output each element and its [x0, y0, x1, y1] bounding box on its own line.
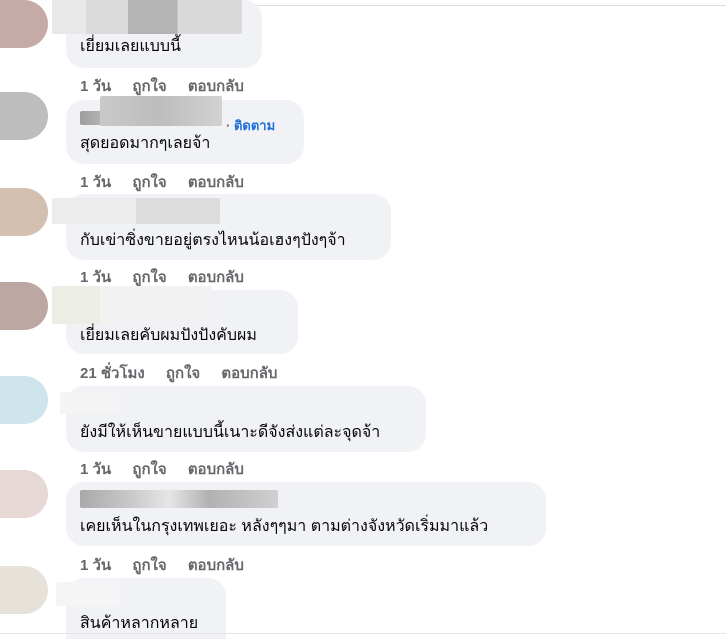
author-name-blurred[interactable]: [56, 582, 120, 606]
author-name-blurred[interactable]: [60, 392, 120, 414]
like-button[interactable]: ถูกใจ: [132, 174, 166, 191]
comment-bubble: เคยเห็นในกรุงเทพเยอะ หลังๆๆมา ตามต่างจัง…: [66, 482, 546, 546]
comment-bubble: เยี่ยมเลยแบบนี้: [52, 0, 262, 68]
divider-bottom: [0, 633, 726, 634]
comment-bubble: · ติดตาม สุดยอดมากๆเลยจ้า: [66, 96, 304, 164]
avatar[interactable]: [0, 566, 48, 614]
author-name-blurred[interactable]: [52, 198, 220, 224]
avatar[interactable]: [0, 470, 48, 518]
comment-bubble: กับเข่าซิ่งขายอยู่ตรงไหนน้อเฮงๆปังๆจ้า: [52, 194, 391, 260]
comment-time[interactable]: 1 วัน: [80, 174, 111, 191]
avatar[interactable]: [0, 376, 48, 424]
comment-actions: 21 ชั่วโมง ถูกใจ ตอบกลับ: [80, 361, 294, 385]
author-name-blurred[interactable]: [52, 286, 212, 324]
comment-text: กับเข่าซิ่งขายอยู่ตรงไหนน้อเฮงๆปังๆจ้า: [80, 232, 346, 249]
comment-text: เคยเห็นในกรุงเทพเยอะ หลังๆๆมา ตามต่างจัง…: [80, 518, 489, 535]
author-name-blurred[interactable]: [52, 0, 242, 34]
reply-button[interactable]: ตอบกลับ: [221, 365, 277, 382]
comment-time[interactable]: 1 วัน: [80, 461, 111, 478]
follow-link[interactable]: · ติดตาม: [226, 115, 275, 136]
comment-text: เยี่ยมเลยแบบนี้: [80, 38, 181, 55]
avatar[interactable]: [0, 0, 48, 48]
author-name-blurred: [100, 96, 222, 126]
comment-actions: 1 วัน ถูกใจ ตอบกลับ: [80, 170, 261, 194]
comment-time[interactable]: 1 วัน: [80, 557, 111, 574]
comment-time[interactable]: 1 วัน: [80, 78, 111, 95]
comment-bubble: สินค้าหลากหลาย: [56, 578, 226, 639]
comment-bubble: เยี่ยมเลยคับผมปังปังคับผม: [52, 286, 298, 354]
comment-time[interactable]: 21 ชั่วโมง: [80, 365, 145, 382]
comment-actions: 1 วัน ถูกใจ ตอบกลับ: [80, 553, 261, 577]
reply-button[interactable]: ตอบกลับ: [188, 78, 244, 95]
like-button[interactable]: ถูกใจ: [132, 78, 166, 95]
comment-time[interactable]: 1 วัน: [80, 269, 111, 286]
divider-top: [240, 5, 726, 6]
like-button[interactable]: ถูกใจ: [132, 269, 166, 286]
avatar[interactable]: [0, 282, 48, 330]
comment-actions: 1 วัน ถูกใจ ตอบกลับ: [80, 457, 261, 481]
comment-actions: 1 วัน ถูกใจ ตอบกลับ: [80, 74, 261, 98]
reply-button[interactable]: ตอบกลับ: [188, 174, 244, 191]
comment-text: สุดยอดมากๆเลยจ้า: [80, 135, 211, 152]
comment-bubble: ยังมีให้เห็นขายแบบนี้เนาะดีจังส่งแต่ละจุ…: [60, 386, 426, 452]
author-name-blurred[interactable]: [80, 490, 278, 508]
comment-text: ยังมีให้เห็นขายแบบนี้เนาะดีจังส่งแต่ละจุ…: [80, 424, 381, 441]
reply-button[interactable]: ตอบกลับ: [188, 557, 244, 574]
avatar[interactable]: [0, 92, 48, 140]
reply-button[interactable]: ตอบกลับ: [188, 461, 244, 478]
like-button[interactable]: ถูกใจ: [132, 461, 166, 478]
reply-button[interactable]: ตอบกลับ: [188, 269, 244, 286]
like-button[interactable]: ถูกใจ: [132, 557, 166, 574]
comment-text: เยี่ยมเลยคับผมปังปังคับผม: [80, 327, 257, 344]
like-button[interactable]: ถูกใจ: [166, 365, 200, 382]
avatar[interactable]: [0, 188, 48, 236]
comment-text: สินค้าหลากหลาย: [80, 615, 199, 632]
